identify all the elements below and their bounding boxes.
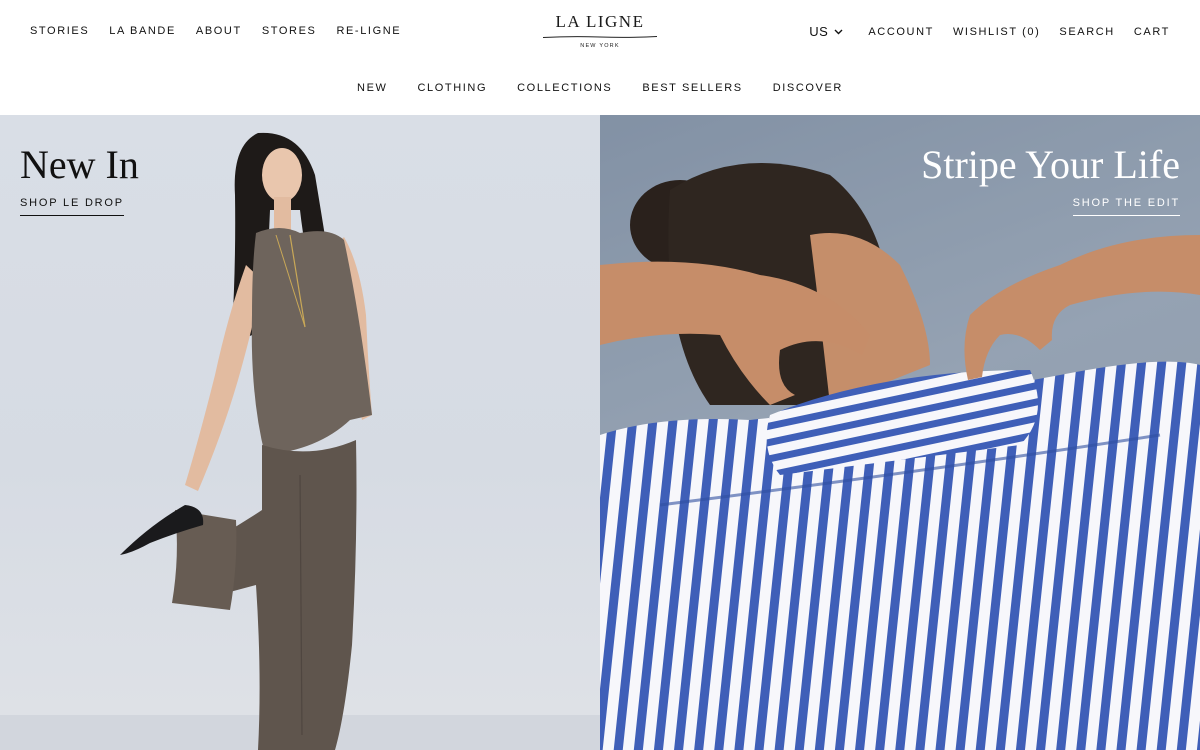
hero-title-new-in: New In bbox=[20, 142, 139, 187]
nav-clothing[interactable]: CLOTHING bbox=[418, 81, 488, 95]
nav-account[interactable]: ACCOUNT bbox=[868, 25, 934, 39]
site-header: STORIES LA BANDE ABOUT STORES RE-LIGNE L… bbox=[0, 0, 1200, 115]
shop-le-drop-link[interactable]: SHOP LE DROP bbox=[20, 197, 124, 216]
nav-search[interactable]: SEARCH bbox=[1059, 25, 1114, 39]
logo-wordmark: LA LIGNE bbox=[555, 12, 645, 31]
nav-best-sellers[interactable]: BEST SELLERS bbox=[642, 81, 742, 95]
nav-cart[interactable]: CART bbox=[1134, 25, 1170, 39]
logo-subtitle: NEW YORK bbox=[580, 43, 620, 49]
locale-selector[interactable]: US bbox=[809, 24, 843, 39]
utility-nav-right: US ACCOUNT WISHLIST (0) SEARCH CART bbox=[809, 24, 1170, 39]
nav-stores[interactable]: STORES bbox=[262, 24, 317, 38]
nav-wishlist[interactable]: WISHLIST (0) bbox=[953, 25, 1040, 39]
chevron-down-icon bbox=[834, 29, 843, 34]
nav-discover[interactable]: DISCOVER bbox=[773, 81, 843, 95]
hero-title-stripe-your-life: Stripe Your Life bbox=[921, 142, 1180, 187]
nav-new[interactable]: NEW bbox=[357, 81, 387, 95]
nav-collections[interactable]: COLLECTIONS bbox=[517, 81, 612, 95]
brand-logo[interactable]: LA LIGNE NEW YORK bbox=[540, 12, 660, 60]
locale-label: US bbox=[809, 24, 829, 39]
main-nav: NEW CLOTHING COLLECTIONS BEST SELLERS DI… bbox=[0, 81, 1200, 95]
nav-la-bande[interactable]: LA BANDE bbox=[109, 24, 176, 38]
nav-re-ligne[interactable]: RE-LIGNE bbox=[336, 24, 401, 38]
hero-stripe-your-life[interactable]: Stripe Your Life SHOP THE EDIT bbox=[600, 115, 1200, 750]
nav-stories[interactable]: STORIES bbox=[30, 24, 89, 38]
utility-nav-left: STORIES LA BANDE ABOUT STORES RE-LIGNE bbox=[30, 24, 401, 38]
nav-about[interactable]: ABOUT bbox=[196, 24, 242, 38]
hero-new-in[interactable]: New In SHOP LE DROP bbox=[0, 115, 600, 750]
logo-underline bbox=[542, 36, 658, 38]
shop-the-edit-link[interactable]: SHOP THE EDIT bbox=[1072, 197, 1180, 216]
